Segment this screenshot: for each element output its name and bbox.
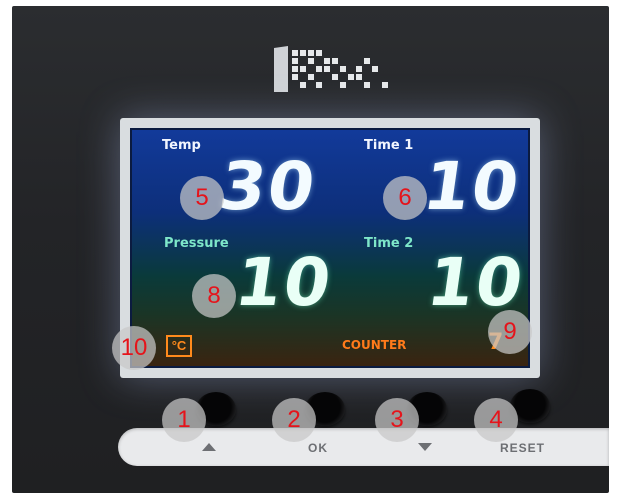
time1-label: Time 1 <box>364 138 414 153</box>
arrow-down-icon <box>418 443 432 451</box>
callout-5: 5 <box>180 176 224 220</box>
callout-2: 2 <box>272 398 316 442</box>
callout-8: 8 <box>192 274 236 318</box>
time1-value: 10 <box>418 148 526 225</box>
callout-9: 9 <box>488 310 532 354</box>
dot-matrix-logo-icon <box>274 46 388 92</box>
time2-value: 10 <box>422 244 530 321</box>
callout-10: 10 <box>112 326 156 370</box>
display-bezel: Temp 30 Time 1 10 Pressure 10 Time 2 10 … <box>120 118 540 378</box>
callout-6: 6 <box>383 176 427 220</box>
unit-indicator: °C <box>166 335 192 357</box>
temp-value: 30 <box>214 148 322 225</box>
pressure-label: Pressure <box>164 236 229 251</box>
lcd-screen: Temp 30 Time 1 10 Pressure 10 Time 2 10 … <box>130 128 530 368</box>
pressure-value: 10 <box>230 244 338 321</box>
temp-label: Temp <box>162 138 201 153</box>
callout-1: 1 <box>162 398 206 442</box>
arrow-up-icon <box>202 443 216 451</box>
reset-label: RESET <box>500 441 546 455</box>
callout-3: 3 <box>375 398 419 442</box>
brand-logo <box>270 42 400 94</box>
callout-4: 4 <box>474 398 518 442</box>
ok-label: OK <box>308 441 328 455</box>
counter-label: COUNTER <box>342 338 407 352</box>
time2-label: Time 2 <box>364 236 414 251</box>
